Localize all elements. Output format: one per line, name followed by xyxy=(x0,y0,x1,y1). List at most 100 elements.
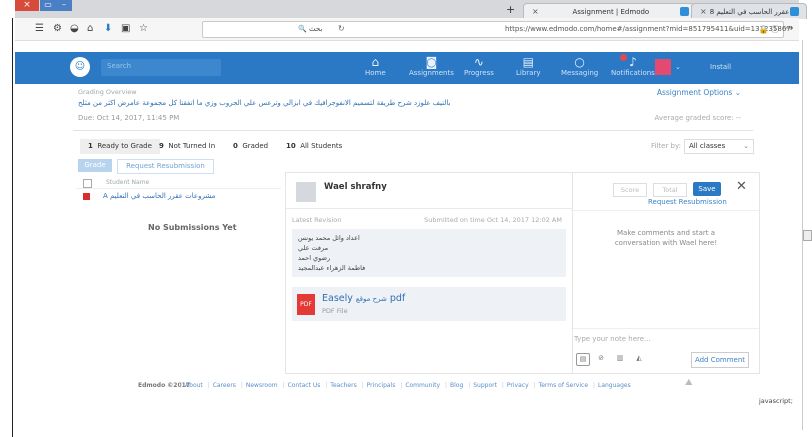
tab-graded[interactable]: 0 Graded xyxy=(225,139,276,154)
add-comment-button[interactable]: Add Comment xyxy=(691,352,749,368)
chevron-down-icon[interactable]: ⌄ xyxy=(675,63,681,71)
chevron-down-icon: ⌄ xyxy=(743,142,749,150)
clipboard-icon[interactable]: ▣ xyxy=(121,23,130,34)
request-resubmission-link[interactable]: Request Resubmission xyxy=(648,198,727,206)
request-resubmission-tab[interactable]: Request Resubmission xyxy=(117,159,214,174)
status-bar-text: javascript; xyxy=(759,397,793,405)
footer-link[interactable]: Support xyxy=(473,382,497,389)
globe-icon: ⛰ xyxy=(685,378,693,388)
extension-icon[interactable]: ⚙ xyxy=(53,23,62,34)
tab-assignment[interactable]: × Assignment | Edmodo xyxy=(523,3,695,19)
library-icon[interactable]: ▥ xyxy=(614,353,626,364)
new-tab-button[interactable]: + xyxy=(506,3,515,16)
nav-library[interactable]: ▤ Library xyxy=(516,55,540,77)
home-icon: ⌂ xyxy=(371,55,380,69)
url-text: https://www.edmodo.com/home#/assignment?… xyxy=(505,25,791,33)
edmodo-favicon-icon xyxy=(679,7,689,16)
student-list-header: Student Name xyxy=(76,178,281,189)
note-input[interactable]: Type your note here... xyxy=(574,335,651,343)
camera-icon: ◙ xyxy=(425,55,438,69)
footer-link[interactable]: Careers xyxy=(213,382,236,389)
group-name[interactable]: مشروعات عقرر الحاسب في التعليم A xyxy=(103,192,215,200)
user-avatar[interactable] xyxy=(655,59,671,75)
assignment-title: بالتيف علوزد شرح طريقة لتسميم الانفوجراف… xyxy=(78,99,451,107)
nav-progress[interactable]: ∿ Progress xyxy=(464,55,494,77)
window-controls: × ▭ – xyxy=(15,0,72,12)
reload-icon[interactable]: ↻ xyxy=(338,24,345,33)
footer-link[interactable]: Terms of Service xyxy=(539,382,588,389)
nav-label: Library xyxy=(516,69,541,77)
maximize-window-button[interactable]: ▭ xyxy=(40,0,56,11)
file-name[interactable]: Easely شرح موقع pdf xyxy=(322,293,405,304)
footer-link[interactable]: Blog xyxy=(450,382,463,389)
tab-not-turned-in[interactable]: 9 Not Turned In xyxy=(151,139,223,154)
footer-link[interactable]: Languages xyxy=(598,382,631,389)
divider xyxy=(286,208,572,209)
nav-notifications[interactable]: ♪ Notifications xyxy=(611,54,655,77)
submission-text: اعداد وائل محمد يونس مرفت علي رضوي احمد … xyxy=(292,229,566,277)
nav-label: Notifications xyxy=(611,69,655,77)
file-attach-icon[interactable]: ▤ xyxy=(576,353,590,366)
user-name[interactable]: Install xyxy=(710,63,731,71)
footer-link[interactable]: Contact Us xyxy=(288,382,321,389)
download-icon[interactable]: ⬇ xyxy=(104,23,112,34)
notification-badge xyxy=(620,54,627,61)
avatar xyxy=(296,182,316,202)
tab-all-students[interactable]: 10 All Students xyxy=(278,139,350,154)
close-window-button[interactable]: × xyxy=(15,0,39,11)
submission-pane: Wael shrafny Latest Revision Submitted o… xyxy=(285,172,573,374)
pocket-icon[interactable]: ◒ xyxy=(70,23,79,34)
assignment-options-button[interactable]: Assignment Options ⌄ xyxy=(657,88,741,97)
score-input[interactable]: Score xyxy=(613,183,647,197)
minimize-window-button[interactable]: – xyxy=(56,0,72,11)
grade-tab[interactable]: Grade xyxy=(78,159,112,172)
footer-link[interactable]: Newsroom xyxy=(246,382,278,389)
footer-link[interactable]: About xyxy=(185,382,203,389)
menu-icon[interactable]: ☰ xyxy=(35,23,44,34)
footer-links: | About | Careers | Newsroom | Contact Us | T… xyxy=(180,382,631,389)
total-input[interactable]: Total xyxy=(653,183,687,197)
favicon-icon xyxy=(789,7,799,16)
page-scrollbar[interactable] xyxy=(802,40,812,430)
nav-messaging[interactable]: ○ Messaging xyxy=(561,55,598,77)
tab-title: روضات عقرر الحاسب في التعليم 8 xyxy=(709,7,790,16)
footer-link[interactable]: Principals xyxy=(367,382,396,389)
comment-prompt: Make comments and start a conversation w… xyxy=(614,229,718,247)
status-tabs: 1 Ready to Grade 9 Not Turned In 0 Grade… xyxy=(73,139,754,154)
link-icon[interactable]: ⊘ xyxy=(595,353,607,364)
address-bar-row: ☰ ⚙ ◒ ⌂ ⬇ ▣ ☆ 🔍 بحث ↻ https://www.edmodo… xyxy=(15,18,799,41)
footer-link[interactable]: Privacy xyxy=(507,382,529,389)
student-name[interactable]: Wael shrafny xyxy=(324,182,387,192)
close-tab-icon[interactable]: × xyxy=(700,7,707,16)
edmodo-header: ☺ Search ⌂ Home ◙ Assignments ∿ Progress… xyxy=(15,52,799,84)
forward-icon[interactable]: → xyxy=(785,23,793,34)
chat-icon: ○ xyxy=(574,55,585,69)
nav-label: Progress xyxy=(464,69,494,77)
home-icon[interactable]: ⌂ xyxy=(87,23,93,34)
nav-home[interactable]: ⌂ Home xyxy=(365,55,386,77)
close-tab-icon[interactable]: × xyxy=(532,7,539,16)
pulse-icon: ∿ xyxy=(473,55,484,69)
submitted-time: Submitted on time Oct 14, 2017 12:02 AM xyxy=(424,216,562,224)
bookmark-star-icon[interactable]: ☆ xyxy=(139,23,148,34)
nav-assignments[interactable]: ◙ Assignments xyxy=(409,55,454,77)
save-button[interactable]: Save xyxy=(693,182,721,196)
close-icon[interactable]: ✕ xyxy=(736,180,747,194)
average-score: Average graded score: -- xyxy=(654,114,741,122)
edmodo-logo-icon[interactable]: ☺ xyxy=(70,57,90,77)
empty-state: No Submissions Yet xyxy=(148,223,237,232)
search-input[interactable]: Search xyxy=(101,59,221,76)
member-line: مرفت علي xyxy=(298,244,329,252)
tab-ready-to-grade[interactable]: 1 Ready to Grade xyxy=(80,139,160,154)
grading-pane: Score Total Save ✕ Request Resubmission … xyxy=(571,172,760,374)
list-item[interactable]: مشروعات عقرر الحاسب في التعليم A xyxy=(76,191,281,203)
select-all-checkbox[interactable] xyxy=(83,179,92,188)
image-icon[interactable]: ◭ xyxy=(633,353,645,364)
class-filter-select[interactable]: All classes ⌄ xyxy=(684,139,754,154)
footer-link[interactable]: Community xyxy=(405,382,440,389)
url-bar[interactable]: 🔍 بحث ↻ https://www.edmodo.com/home#/ass… xyxy=(202,21,791,38)
tab-second[interactable]: × روضات عقرر الحاسب في التعليم 8 xyxy=(691,3,807,19)
footer-link[interactable]: Teachers xyxy=(330,382,356,389)
attachment-card[interactable]: PDF Easely شرح موقع pdf PDF File xyxy=(292,287,566,321)
scrollbar-thumb[interactable] xyxy=(803,230,812,241)
